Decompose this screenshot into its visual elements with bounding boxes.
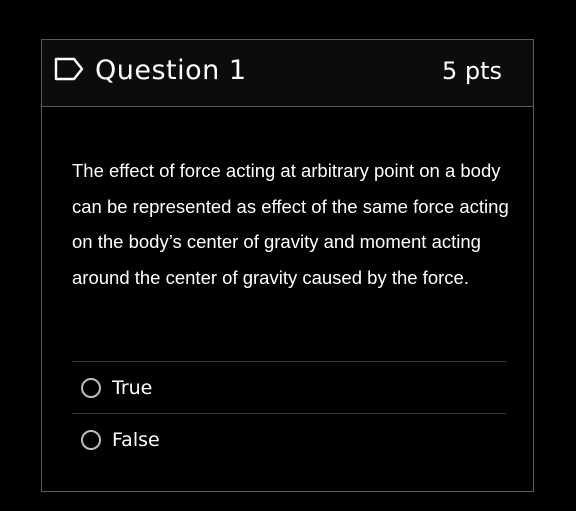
question-points: 5 pts	[441, 57, 502, 85]
answer-option-true[interactable]: True	[72, 361, 506, 413]
radio-button-true[interactable]	[81, 377, 101, 398]
answer-label-true: True	[112, 376, 153, 399]
answer-option-false[interactable]: False	[72, 413, 506, 465]
question-text: The effect of force acting at arbitrary …	[72, 160, 509, 288]
question-header: Question 1 5 pts	[42, 40, 533, 107]
flag-question-icon[interactable]	[54, 57, 84, 81]
question-title: Question 1	[95, 55, 247, 86]
question-card: Question 1 5 pts The effect of force act…	[41, 39, 534, 492]
answer-list: True False	[72, 361, 506, 465]
answer-label-false: False	[112, 428, 160, 451]
radio-button-false[interactable]	[81, 429, 101, 450]
